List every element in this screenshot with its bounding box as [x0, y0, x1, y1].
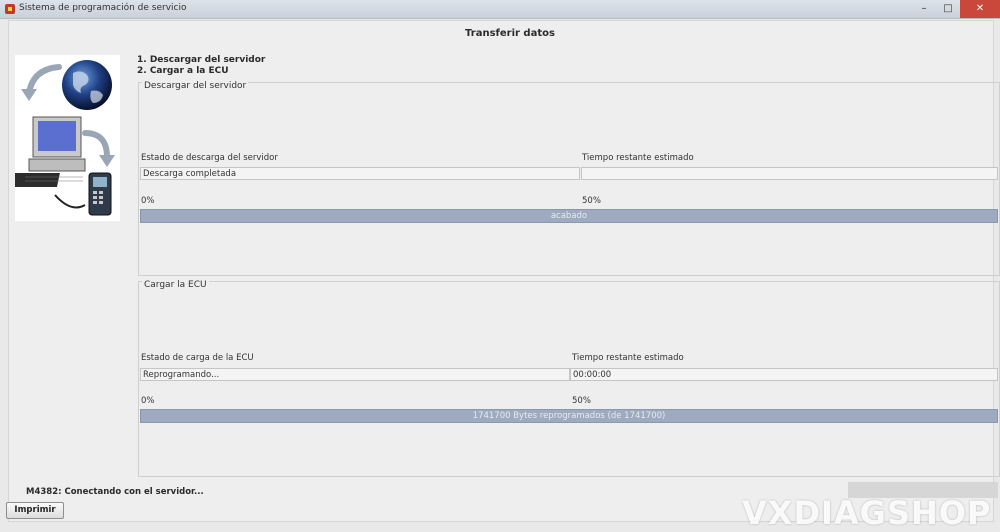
- page-title: Transferir datos: [465, 28, 555, 39]
- download-scale-mid: 50%: [582, 196, 601, 206]
- window-title: Sistema de programación de servicio: [19, 3, 187, 13]
- print-button[interactable]: Imprimir: [6, 502, 64, 519]
- step-1: 1. Descargar del servidor: [137, 55, 266, 65]
- download-status-label: Estado de descarga del servidor: [141, 153, 278, 163]
- close-button[interactable]: ✕: [960, 0, 1000, 18]
- status-message: M4382: Conectando con el servidor...: [26, 487, 204, 497]
- upload-scale-mid: 50%: [572, 396, 591, 406]
- upload-scale-start: 0%: [141, 396, 155, 406]
- arrow-icon: [21, 64, 62, 101]
- upload-time-label: Tiempo restante estimado: [572, 353, 684, 363]
- illustration: [0, 55, 120, 221]
- window-titlebar: Sistema de programación de servicio – □ …: [0, 0, 1000, 19]
- download-time-field: [581, 167, 998, 180]
- upload-progress-bar: 1741700 Bytes reprogramados (de 1741700): [140, 409, 998, 423]
- illustration-graphic: [0, 60, 115, 216]
- app-icon: [5, 4, 15, 14]
- upload-time-field: 00:00:00: [570, 368, 998, 381]
- scan-tool-icon: [54, 172, 112, 216]
- download-scale-start: 0%: [141, 196, 155, 206]
- window-controls: – □ ✕: [912, 0, 1000, 18]
- minimize-button[interactable]: –: [912, 0, 936, 18]
- download-status-field: Descarga completada: [140, 167, 580, 180]
- computer-icon: [0, 116, 86, 187]
- steps-list: 1. Descargar del servidor 2. Cargar a la…: [137, 55, 265, 77]
- step-2: 2. Cargar a la ECU: [137, 66, 229, 76]
- maximize-button[interactable]: □: [936, 0, 960, 18]
- watermark: VXDIAGSHOP: [742, 494, 992, 532]
- download-group-label: Descargar del servidor: [142, 81, 249, 91]
- arrow-icon: [82, 130, 115, 167]
- download-progress-bar: acabado: [140, 209, 998, 223]
- upload-status-field: Reprogramando...: [140, 368, 570, 381]
- globe-icon: [62, 60, 112, 110]
- download-time-label: Tiempo restante estimado: [582, 153, 694, 163]
- upload-group-label: Cargar la ECU: [142, 280, 209, 290]
- download-progress-text: acabado: [550, 211, 588, 221]
- upload-status-label: Estado de carga de la ECU: [141, 353, 254, 363]
- upload-progress-text: 1741700 Bytes reprogramados (de 1741700): [472, 411, 666, 421]
